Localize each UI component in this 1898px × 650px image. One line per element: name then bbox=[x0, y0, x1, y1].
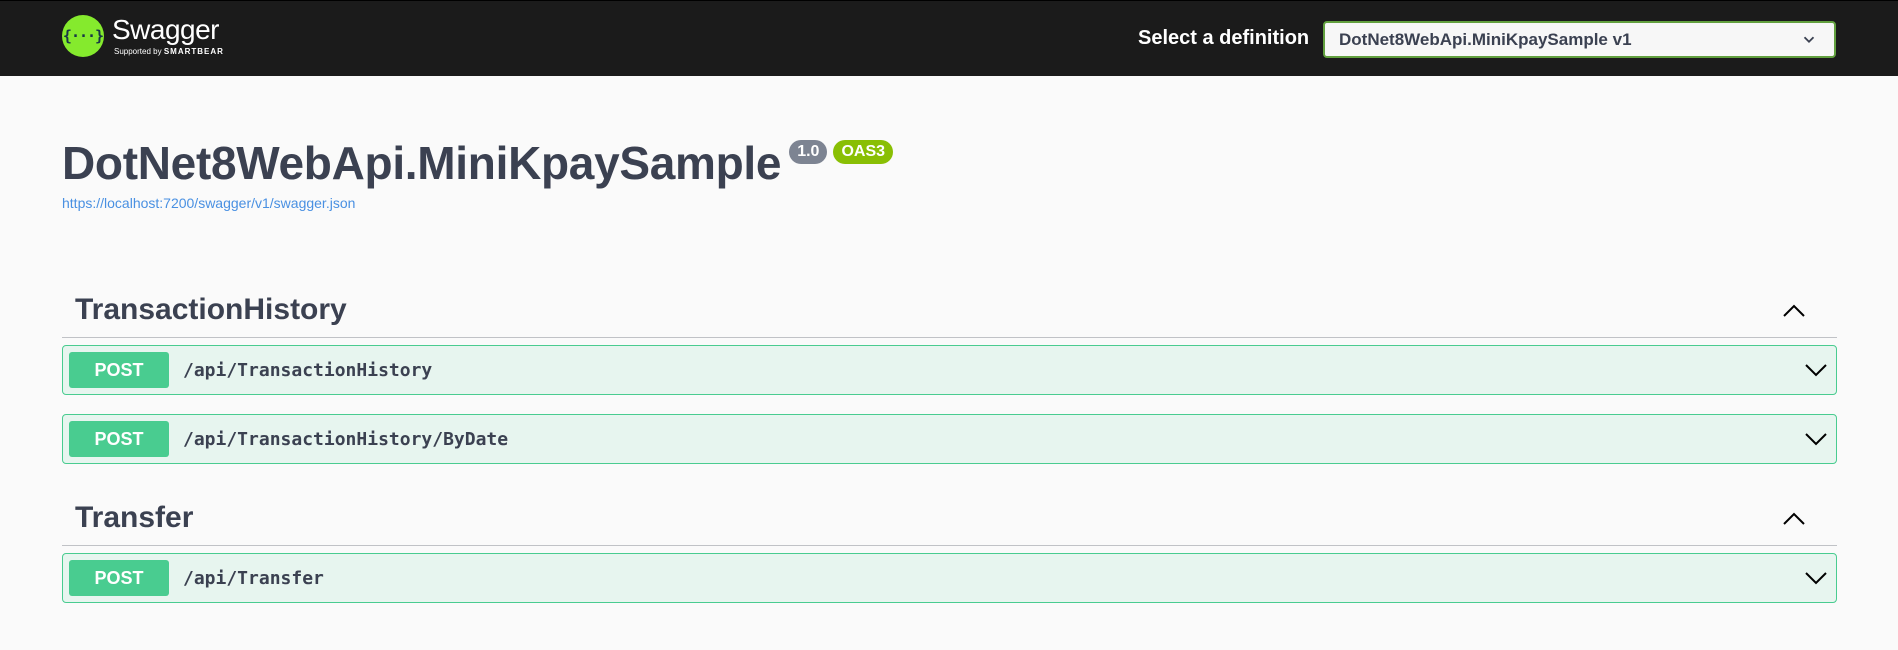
definition-select[interactable]: DotNet8WebApi.MiniKpaySample v1 bbox=[1323, 21, 1836, 58]
operation-path: /api/Transfer bbox=[183, 567, 324, 589]
chevron-down-icon bbox=[1803, 36, 1815, 43]
chevron-up-icon[interactable] bbox=[1781, 508, 1807, 530]
swagger-logo-icon: {···} bbox=[62, 15, 104, 57]
tag-title: TransactionHistory bbox=[75, 292, 347, 326]
method-badge: POST bbox=[69, 421, 169, 457]
version-badge: 1.0 bbox=[789, 140, 828, 164]
definition-label: Select a definition bbox=[1138, 27, 1310, 49]
operation-post-transaction-history[interactable]: POST /api/TransactionHistory bbox=[62, 345, 1837, 395]
logo-sub-brand: SMARTBEAR bbox=[163, 47, 224, 56]
page-title: DotNet8WebApi.MiniKpaySample bbox=[62, 137, 782, 189]
tag-transfer[interactable]: Transfer bbox=[62, 490, 1837, 546]
tag-transaction-history[interactable]: TransactionHistory bbox=[62, 282, 1837, 338]
method-badge: POST bbox=[69, 560, 169, 596]
operation-path: /api/TransactionHistory/ByDate bbox=[183, 428, 509, 450]
chevron-down-icon[interactable] bbox=[1804, 428, 1828, 450]
logo-name: Swagger bbox=[112, 14, 220, 45]
tag-title: Transfer bbox=[75, 500, 194, 534]
topbar: {···} Swagger Supported by SMARTBEAR Sel… bbox=[0, 0, 1898, 76]
logo-sub-prefix: Supported by bbox=[114, 47, 162, 56]
chevron-down-icon[interactable] bbox=[1804, 359, 1828, 381]
chevron-up-icon[interactable] bbox=[1781, 300, 1807, 322]
operation-post-transaction-history-by-date[interactable]: POST /api/TransactionHistory/ByDate bbox=[62, 414, 1837, 464]
chevron-down-icon[interactable] bbox=[1804, 567, 1828, 589]
spec-url-link[interactable]: https://localhost:7200/swagger/v1/swagge… bbox=[62, 195, 355, 211]
operation-post-transfer[interactable]: POST /api/Transfer bbox=[62, 553, 1837, 603]
oas-badge: OAS3 bbox=[833, 140, 894, 164]
definition-selected-value: DotNet8WebApi.MiniKpaySample v1 bbox=[1339, 29, 1632, 49]
method-badge: POST bbox=[69, 352, 169, 388]
api-title-block: DotNet8WebApi.MiniKpaySample 1.0 OAS3 bbox=[62, 136, 894, 190]
swagger-logo[interactable]: {···} Swagger Supported by SMARTBEAR bbox=[62, 15, 224, 57]
operation-path: /api/TransactionHistory bbox=[183, 359, 433, 381]
